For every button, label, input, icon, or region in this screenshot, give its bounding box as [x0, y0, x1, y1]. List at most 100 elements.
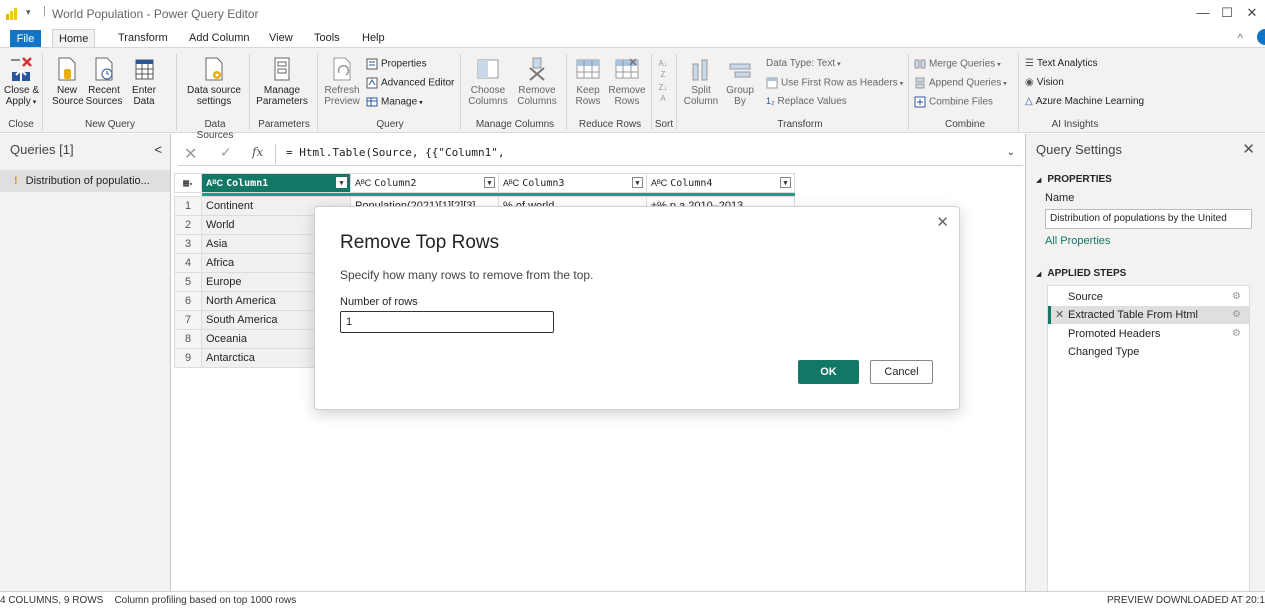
gear-icon[interactable]: ⚙ — [1232, 288, 1241, 306]
refresh-preview-button[interactable]: Refresh Preview — [322, 56, 362, 107]
column-header-2[interactable]: AᴮC Column2 ▼ — [350, 173, 499, 193]
replace-values-button[interactable]: 1₂ Replace Values — [766, 96, 847, 107]
quick-access-arrow[interactable]: ▾ — [26, 7, 31, 18]
query-item[interactable]: ! Distribution of populatio... — [0, 170, 170, 192]
group-by-button[interactable]: Group By — [722, 56, 758, 107]
cancel-formula-icon[interactable]: ✕ — [184, 144, 197, 164]
gear-icon[interactable]: ⚙ — [1232, 325, 1241, 343]
data-type-label: Data Type: Text — [766, 58, 836, 69]
step-label: Promoted Headers — [1068, 328, 1161, 340]
number-of-rows-input[interactable]: 1 — [340, 311, 554, 333]
advanced-editor-button[interactable]: Advanced Editor — [366, 77, 454, 89]
tab-add-column[interactable]: Add Column — [183, 29, 256, 48]
tab-transform[interactable]: Transform — [112, 29, 174, 48]
merge-queries-button[interactable]: Merge Queries ▾ — [914, 58, 1001, 70]
gear-icon[interactable]: ⚙ — [1232, 306, 1241, 324]
use-first-row-headers-button[interactable]: Use First Row as Headers ▾ — [766, 77, 903, 89]
group-separator — [908, 54, 909, 130]
enter-data-button[interactable]: Enter Data — [128, 56, 160, 107]
confirm-formula-icon[interactable]: ✓ — [220, 144, 232, 161]
data-source-settings-icon — [205, 57, 223, 81]
column-header-4[interactable]: AᴮC Column4 ▼ — [646, 173, 795, 193]
sort-ascending-button[interactable]: A↓ Z — [655, 58, 671, 80]
append-queries-button[interactable]: Append Queries ▾ — [914, 77, 1007, 89]
tab-help[interactable]: Help — [356, 29, 391, 48]
close-window-button[interactable]: ✕ — [1237, 4, 1265, 22]
split-column-label: Split Column — [683, 85, 719, 107]
recent-sources-label: Recent Sources — [85, 85, 123, 107]
tab-view[interactable]: View — [263, 29, 299, 48]
tab-tools[interactable]: Tools — [308, 29, 346, 48]
cancel-button[interactable]: Cancel — [870, 360, 933, 384]
collapse-queries-icon[interactable]: < — [154, 142, 162, 157]
query-settings-pane: Query Settings ✕ ◢ PROPERTIES Name Distri… — [1025, 134, 1265, 591]
expand-formula-icon[interactable]: ⌄ — [1007, 147, 1015, 158]
properties-section[interactable]: ◢ PROPERTIES — [1036, 174, 1112, 185]
table-icon — [135, 59, 154, 80]
ok-button[interactable]: OK — [798, 360, 859, 384]
tab-home[interactable]: Home — [52, 29, 96, 48]
choose-columns-button[interactable]: Choose Columns — [465, 56, 511, 107]
new-source-button[interactable]: New Source — [52, 56, 84, 107]
delete-step-icon[interactable]: ✕ — [1055, 306, 1064, 324]
row-number: 1 — [174, 196, 202, 216]
choose-columns-label: Choose Columns — [468, 85, 508, 107]
close-apply-button[interactable]: Close & Apply ▾ — [4, 56, 39, 108]
close-settings-icon[interactable]: ✕ — [1242, 140, 1255, 158]
manage-parameters-button[interactable]: Manage Parameters — [252, 56, 312, 107]
split-column-icon — [692, 59, 708, 81]
group-label-combine: Combine — [944, 119, 986, 130]
row-number: 5 — [174, 272, 202, 292]
properties-button[interactable]: Properties — [366, 58, 427, 70]
step-promoted-headers[interactable]: Promoted Headers ⚙ — [1048, 325, 1249, 343]
combine-files-button[interactable]: Combine Files — [914, 96, 993, 108]
remove-columns-icon — [529, 57, 545, 81]
filter-dropdown-icon[interactable]: ▼ — [780, 177, 791, 188]
data-type-dropdown[interactable]: Data Type: Text ▾ — [766, 58, 841, 69]
vision-button[interactable]: ◉ Vision — [1025, 77, 1064, 88]
split-column-button[interactable]: Split Column — [682, 56, 720, 107]
group-label-transform: Transform — [777, 119, 823, 130]
all-properties-link[interactable]: All Properties — [1045, 235, 1110, 247]
filter-dropdown-icon[interactable]: ▼ — [484, 177, 495, 188]
group-separator — [460, 54, 461, 130]
group-label-data-sources: Data Sources — [196, 119, 234, 141]
group-separator — [1018, 54, 1019, 130]
status-bar: 4 COLUMNS, 9 ROWS Column profiling based… — [0, 591, 1265, 608]
tab-file[interactable]: File — [10, 30, 41, 48]
step-changed-type[interactable]: Changed Type — [1048, 343, 1249, 361]
filter-dropdown-icon[interactable]: ▼ — [632, 177, 643, 188]
remove-columns-button[interactable]: Remove Columns — [514, 56, 560, 107]
formula-input[interactable]: = Html.Table(Source, {{"Column1", — [286, 146, 505, 159]
manage-button[interactable]: Manage ▾ — [366, 96, 423, 108]
row-number: 4 — [174, 253, 202, 273]
name-label: Name — [1045, 192, 1075, 204]
step-source[interactable]: Source ⚙ — [1048, 288, 1249, 306]
text-analytics-label: Text Analytics — [1036, 58, 1098, 69]
sort-descending-button[interactable]: Z↓ A — [655, 82, 671, 104]
azure-ml-button[interactable]: △ Azure Machine Learning — [1025, 96, 1144, 107]
step-extracted-table[interactable]: ✕ Extracted Table From Html ⚙ — [1048, 306, 1249, 324]
formula-separator — [275, 144, 276, 164]
keep-rows-button[interactable]: Keep Rows — [570, 56, 606, 107]
step-label: Extracted Table From Html — [1068, 309, 1199, 321]
column-header-1[interactable]: AᴮC Column1 ▼ — [201, 173, 351, 193]
query-name-input[interactable]: Distribution of populations by the Unite… — [1045, 209, 1252, 229]
close-dialog-icon[interactable]: ✕ — [936, 213, 949, 231]
column-header-3[interactable]: AᴮC Column3 ▼ — [498, 173, 647, 193]
remove-rows-button[interactable]: Remove Rows — [607, 56, 647, 107]
text-analytics-icon: ☰ — [1025, 58, 1034, 69]
table-menu-icon[interactable]: ▦▾ — [174, 173, 202, 193]
collapse-ribbon-icon[interactable]: ^ — [1237, 31, 1243, 45]
filter-dropdown-icon[interactable]: ▼ — [336, 177, 347, 188]
text-analytics-button[interactable]: ☰ Text Analytics — [1025, 58, 1098, 69]
group-by-label: Group By — [726, 85, 754, 107]
fx-icon[interactable]: fx — [252, 145, 263, 159]
properties-icon — [366, 58, 378, 70]
applied-steps-section[interactable]: ◢ APPLIED STEPS — [1036, 268, 1126, 279]
formula-bar: ✕ ✓ fx = Html.Table(Source, {{"Column1",… — [178, 142, 1023, 166]
recent-sources-button[interactable]: Recent Sources — [84, 56, 124, 107]
data-source-settings-button[interactable]: Data source settings — [186, 56, 242, 107]
merge-queries-label: Merge Queries — [929, 58, 996, 70]
row-number: 7 — [174, 310, 202, 330]
